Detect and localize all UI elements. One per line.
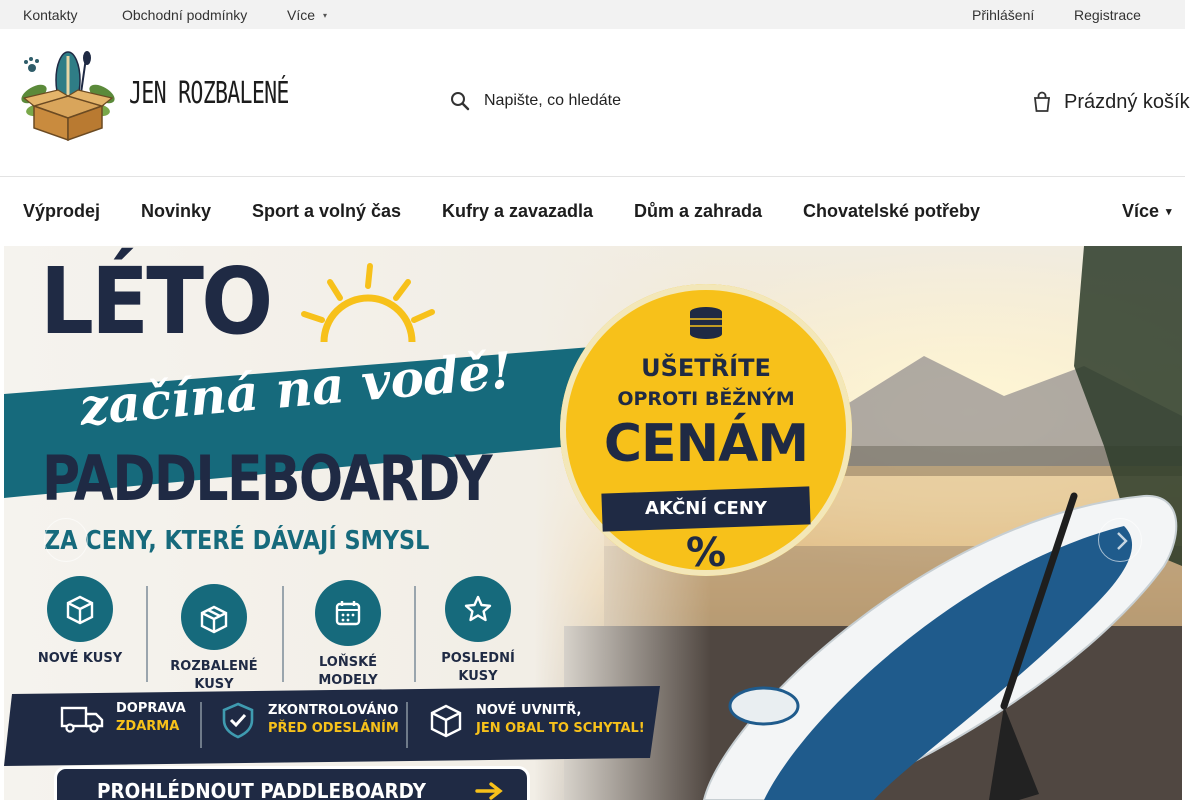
benefit-line1: DOPRAVA [116, 701, 186, 716]
nav-item-sale[interactable]: Výprodej [23, 201, 100, 222]
coins-icon [690, 307, 722, 339]
badge-label: LOŇSKÉ [318, 655, 378, 670]
banner-title: LÉTO [40, 248, 273, 355]
badge-divider [414, 586, 416, 682]
contacts-link[interactable]: Kontakty [23, 7, 77, 23]
benefit-checked: ZKONTROLOVÁNO PŘED ODESLÁNÍM [218, 700, 399, 740]
benefit-line2: PŘED ODESLÁNÍM [268, 721, 399, 736]
promo-line2: OPROTI BĚŽNÝM [617, 388, 795, 410]
benefits-strip: DOPRAVA ZDARMA ZKONTROLOVÁNO PŘED ODESLÁNÍ… [14, 692, 654, 758]
calendar-icon [315, 580, 381, 646]
badge-label-2: MODELY [318, 673, 378, 688]
star-icon [445, 576, 511, 642]
top-utility-bar: Kontakty Obchodní podmínky Více ▾ Přihláš… [0, 0, 1185, 29]
benefit-line2: JEN OBAL TO SCHYTAL! [476, 721, 645, 736]
carousel-next-button[interactable] [1098, 518, 1142, 562]
chevron-down-icon: ▾ [1166, 206, 1172, 218]
badge-new-items: NOVÉ KUSY [20, 576, 140, 668]
view-paddleboards-button[interactable]: PROHLÉDNOUT PADDLEBOARDY [54, 766, 530, 800]
search-box[interactable]: Napište, co hledáte [450, 84, 621, 118]
badge-divider [146, 586, 148, 682]
banner-tagline: ZA CENY, KTERÉ DÁVAJÍ SMYSL [44, 526, 430, 556]
nav-item-sport[interactable]: Sport a volný čas [252, 201, 401, 222]
cart-label: Prázdný košík [1064, 90, 1190, 113]
benefit-free-shipping: DOPRAVA ZDARMA [58, 700, 186, 736]
benefit-new-inside: NOVÉ UVNITŘ, JEN OBAL TO SCHYTAL! [426, 700, 645, 740]
carousel-prev-button[interactable] [44, 518, 88, 562]
badge-label-2: KUSY [194, 677, 234, 692]
banner-headline: PADDLEBOARDY [42, 442, 493, 515]
badge-label-2: KUSY [458, 669, 498, 684]
strip-divider [200, 702, 202, 748]
nav-more-menu[interactable]: Více ▾ [1122, 201, 1172, 222]
terms-link[interactable]: Obchodní podmínky [122, 7, 247, 23]
nav-item-new[interactable]: Novinky [141, 201, 211, 222]
box-logo-icon [21, 51, 115, 142]
login-link[interactable]: Přihlášení [972, 7, 1034, 23]
benefit-line1: ZKONTROLOVÁNO [268, 703, 399, 718]
chevron-right-icon [1117, 532, 1128, 550]
package-icon [430, 704, 462, 738]
benefit-line2: ZDARMA [116, 719, 180, 734]
topbar-more-label: Více [287, 7, 316, 23]
nav-item-luggage[interactable]: Kufry a zavazadla [442, 201, 593, 222]
nav-more-label: Více [1122, 201, 1160, 221]
cart-icon [1033, 91, 1051, 112]
search-input[interactable]: Napište, co hledáte [484, 92, 621, 110]
percent-icon: % [685, 530, 727, 576]
badge-last-items: POSLEDNÍ KUSY [418, 576, 538, 686]
main-navigation: Výprodej Novinky Sport a volný čas Kufry… [0, 177, 1185, 245]
promo-badge: UŠETŘÍTE OPROTI BĚŽNÝM CENÁM AKČNÍ CENY … [560, 284, 852, 576]
nav-item-home-garden[interactable]: Dům a zahrada [634, 201, 762, 222]
badge-label: NOVÉ KUSY [37, 651, 123, 666]
open-box-icon [181, 584, 247, 650]
arrow-right-icon [474, 782, 503, 800]
promo-ribbon-label: AKČNÍ CENY [645, 498, 767, 519]
benefit-line1: NOVÉ UVNITŘ, [476, 703, 582, 718]
promo-line1: UŠETŘÍTE [641, 354, 771, 382]
register-link[interactable]: Registrace [1074, 7, 1141, 23]
hero-banner[interactable]: LÉTO začíná na vodě! PADDLEBOARDY ZA CEN… [4, 246, 1182, 800]
cta-label: PROHLÉDNOUT PADDLEBOARDY [97, 779, 426, 800]
badge-last-year-models: LOŇSKÉ MODELY [288, 580, 408, 690]
site-logo[interactable]: JEN ROZBALENÉ [16, 50, 289, 142]
badge-label: POSLEDNÍ [441, 651, 515, 666]
topbar-more-menu[interactable]: Více ▾ [287, 7, 327, 23]
chevron-down-icon: ▾ [323, 11, 328, 20]
shield-check-icon [222, 702, 254, 739]
nav-item-pet-supplies[interactable]: Chovatelské potřeby [803, 201, 980, 222]
strip-divider [406, 702, 408, 748]
search-icon[interactable] [450, 91, 470, 111]
badge-unboxed-items: ROZBALENÉ KUSY [154, 584, 274, 694]
promo-line3: CENÁM [603, 414, 809, 474]
badge-label: ROZBALENÉ [170, 659, 258, 674]
box-icon [47, 576, 113, 642]
logo-wordmark: JEN ROZBALENÉ [129, 76, 289, 111]
truck-icon [60, 706, 104, 733]
badge-divider [282, 586, 284, 682]
cart-button[interactable]: Prázdný košík [1032, 86, 1190, 118]
